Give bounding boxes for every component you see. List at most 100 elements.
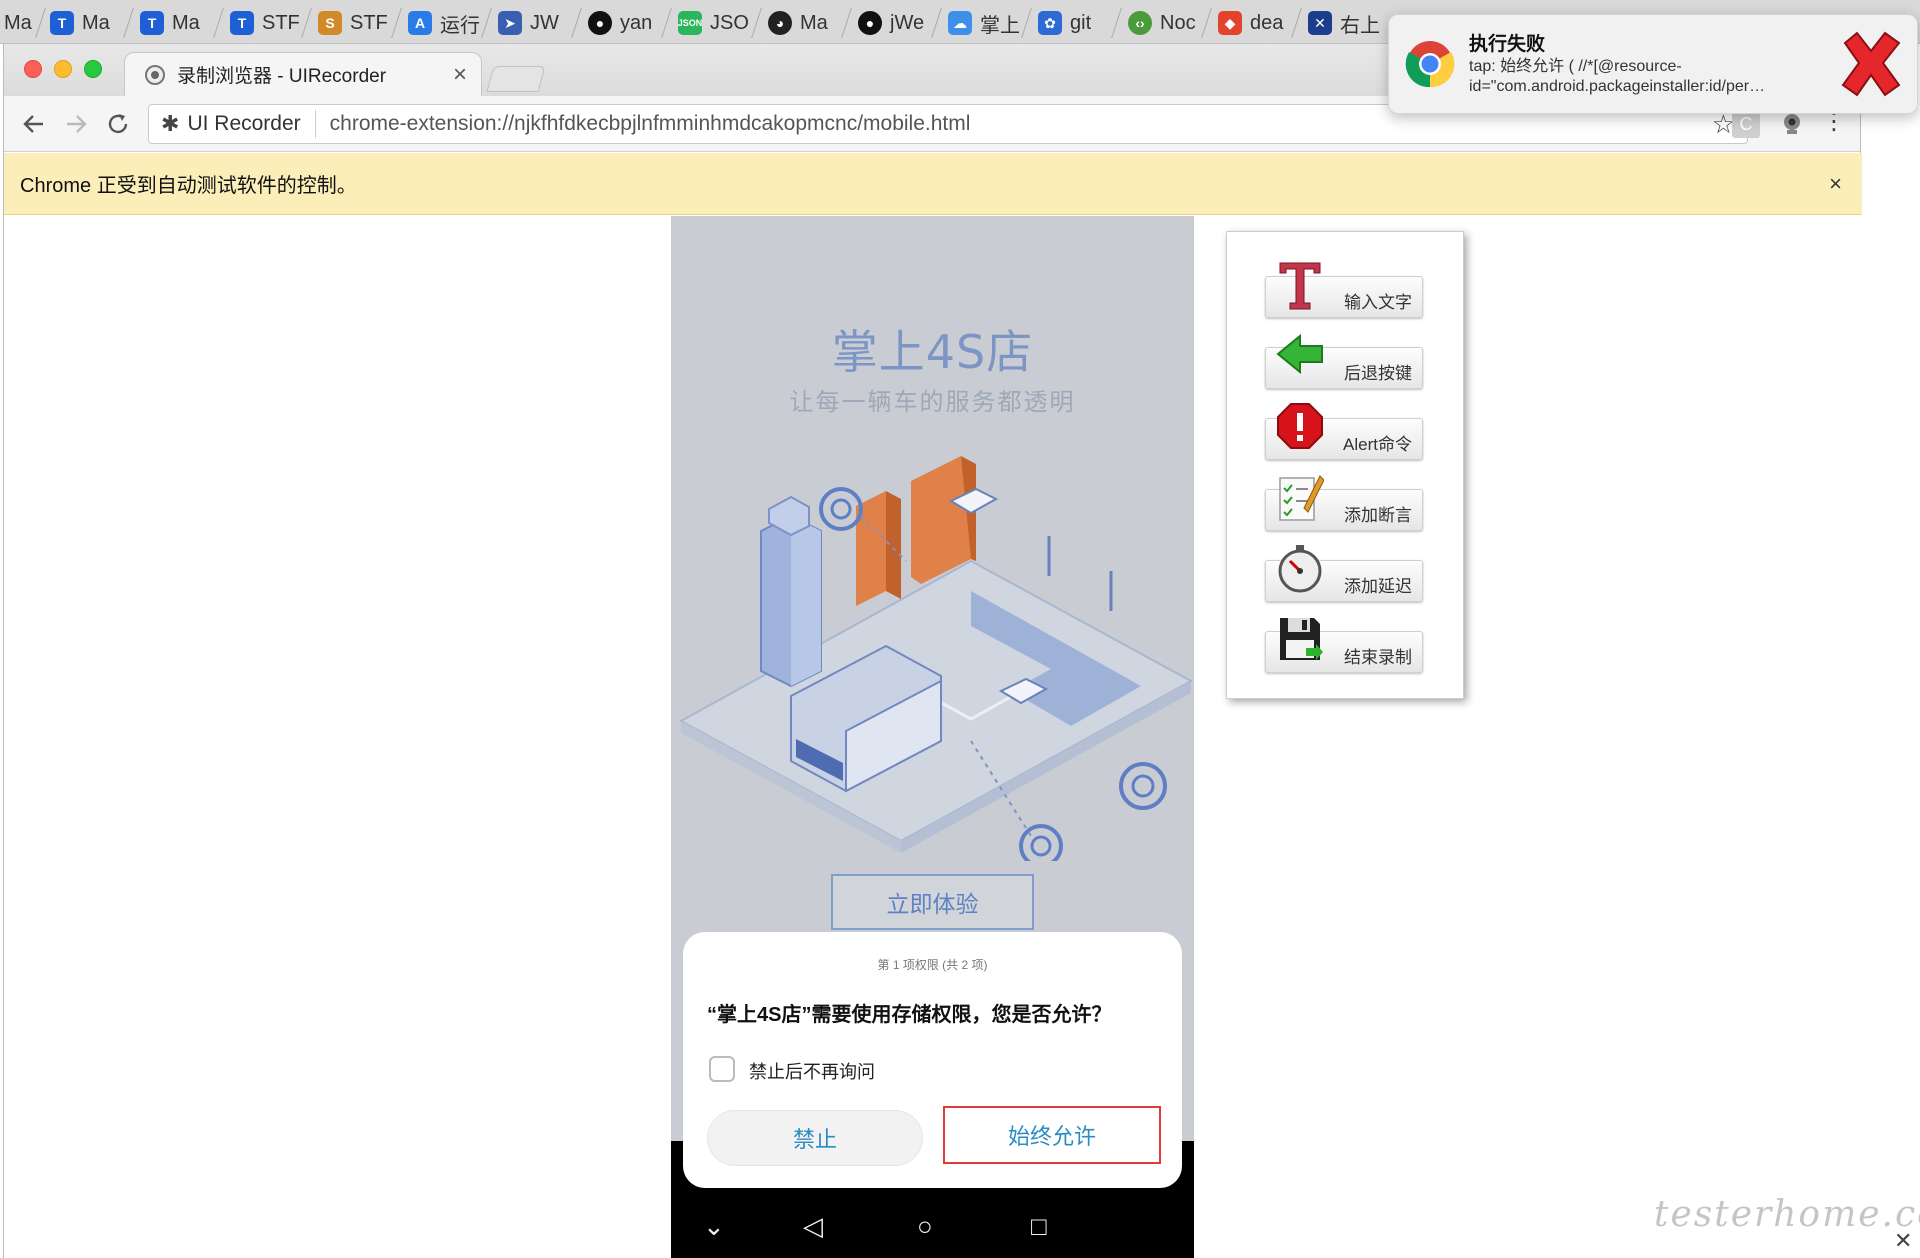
permission-step-text: 第 1 项权限 (共 2 项) [877, 958, 988, 972]
tab-json[interactable]: JSON JSO [670, 4, 749, 42]
add-assertion-button[interactable]: 添加断言 [1265, 475, 1423, 531]
maximize-window-button[interactable] [84, 60, 102, 78]
alert-stop-icon [1277, 403, 1323, 449]
forward-button[interactable] [60, 108, 92, 140]
paper-plane-icon: ➤ [498, 11, 522, 35]
tab-youshang[interactable]: ✕ 右上 [1300, 4, 1380, 42]
new-tab-button[interactable] [486, 66, 546, 92]
nav-back-icon[interactable]: ◁ [803, 1211, 823, 1242]
deny-button[interactable]: 禁止 [707, 1110, 923, 1166]
tab-label: JW [530, 11, 559, 34]
tab-ma-4[interactable]: ◕ Ma [760, 4, 828, 42]
tab-jw[interactable]: ➤ JW [490, 4, 559, 42]
tab-stf-2[interactable]: S STF [310, 4, 388, 42]
infobar-close-button[interactable]: × [1829, 171, 1842, 197]
github-icon: ● [858, 11, 882, 35]
close-icon[interactable]: ✕ [1894, 1228, 1912, 1254]
chevron-down-icon[interactable]: ⌄ [703, 1211, 725, 1242]
shield-icon: T [230, 11, 254, 35]
tab-jwe[interactable]: ● jWe [850, 4, 924, 42]
app-title: 掌上4S店 [831, 325, 1034, 379]
try-now-button[interactable]: 立即体验 [831, 874, 1034, 930]
stf-icon: S [318, 11, 342, 35]
extension-name: UI Recorder [187, 112, 301, 135]
arrow-right-icon [67, 115, 87, 133]
tab-ma-2[interactable]: T Ma [42, 4, 110, 42]
tab-label: git [1070, 11, 1092, 34]
cloud-icon: ☁ [948, 11, 972, 35]
tab-close-button[interactable]: × [453, 61, 467, 89]
tab-yunxing[interactable]: A 运行 [400, 4, 480, 42]
puzzle-icon: ✱ [161, 111, 180, 136]
reload-icon [108, 114, 128, 134]
device-screen[interactable]: 掌上4S店 让每一辆车的服务都透明 立即体验 ⌄ ◁ ○ □ 第 1 项权限 (… [671, 216, 1194, 1258]
permission-dialog: 第 1 项权限 (共 2 项) “掌上4S店”需要使用存储权限，您是否允许？ 禁… [683, 932, 1182, 1188]
tab-ma-1[interactable]: Ma [0, 4, 32, 42]
reload-button[interactable] [102, 108, 134, 140]
extension-chip[interactable]: ✱ UI Recorder [149, 110, 316, 138]
notification-body: tap: 始终允许 ( //*[@resource-id="com.androi… [1469, 58, 1766, 95]
tab-noc[interactable]: ‹› Noc [1120, 4, 1196, 42]
dont-ask-label[interactable]: 禁止后不再询问 [749, 1058, 875, 1084]
back-button[interactable] [18, 108, 50, 140]
tab-stf-1[interactable]: T STF [222, 4, 300, 42]
nav-recents-icon[interactable]: □ [1031, 1211, 1047, 1242]
tab-zhangshang[interactable]: ☁ 掌上 [940, 4, 1020, 42]
tab-label: Ma [800, 11, 828, 34]
close-window-button[interactable] [24, 60, 42, 78]
failure-notification[interactable]: 执行失败 tap: 始终允许 ( //*[@resource-id="com.a… [1388, 14, 1918, 114]
app-subtitle: 让每一辆车的服务都透明 [789, 389, 1076, 416]
city-illustration [678, 456, 1194, 861]
tool-label: 添加延迟 [1344, 577, 1412, 596]
tab-git[interactable]: ✿ git [1030, 4, 1091, 42]
back-arrow-icon [1276, 333, 1323, 375]
tab-label: yan [620, 11, 653, 34]
tool-label: 后退按键 [1344, 364, 1412, 383]
checklist-pencil-icon [1279, 475, 1324, 521]
tool-label: 输入文字 [1344, 293, 1412, 312]
minimize-window-button[interactable] [54, 60, 72, 78]
tool-label: Alert命令 [1343, 435, 1412, 454]
red-x-icon [1841, 31, 1901, 97]
input-text-button[interactable]: 输入文字 [1265, 262, 1423, 318]
shield-icon: T [140, 11, 164, 35]
triangle-a-icon: A [408, 11, 432, 35]
tab-label: Ma [82, 11, 110, 34]
always-allow-button[interactable]: 始终允许 [943, 1106, 1161, 1164]
tab-label: Ma [172, 11, 200, 34]
end-recording-button[interactable]: 结束录制 [1265, 618, 1423, 673]
watermark: testerhome.com [1654, 1194, 1920, 1235]
url-text[interactable]: chrome-extension://njkfhfdkecbpjlnfmminh… [316, 112, 971, 136]
tab-dea[interactable]: ◆ dea [1210, 4, 1283, 42]
tab-title: 录制浏览器 - UIRecorder [177, 66, 387, 87]
recorder-tools-panel: 输入文字 后退按键 Alert命令 添加断言 添加延迟 结束录制 [1226, 231, 1464, 699]
tab-label: 运行 [440, 14, 480, 37]
tab-uirecorder[interactable]: 录制浏览器 - UIRecorder × [124, 52, 482, 96]
tab-ma-3[interactable]: T Ma [132, 4, 200, 42]
dont-ask-checkbox[interactable] [709, 1056, 735, 1082]
infobar-message: Chrome 正受到自动测试软件的控制。 [20, 175, 357, 197]
tab-label: 掌上 [980, 14, 1020, 37]
tab-yan[interactable]: ● yan [580, 4, 652, 42]
notification-title: 执行失败 [1469, 34, 1546, 55]
automation-infobar: Chrome 正受到自动测试软件的控制。 × [4, 153, 1862, 215]
alert-command-button[interactable]: Alert命令 [1265, 403, 1423, 460]
monkey-icon: ◕ [768, 11, 792, 35]
floppy-disk-icon [1280, 618, 1323, 660]
add-delay-button[interactable]: 添加延迟 [1265, 545, 1423, 602]
tab-label: Ma [4, 11, 32, 34]
stopwatch-icon [1278, 545, 1322, 593]
nav-home-icon[interactable]: ○ [917, 1211, 933, 1242]
back-key-button[interactable]: 后退按键 [1265, 333, 1423, 389]
shield-icon: T [50, 11, 74, 35]
webcam-extension-icon[interactable] [1778, 110, 1806, 138]
arrow-left-icon [23, 115, 43, 133]
extension-c-icon[interactable]: C [1732, 110, 1760, 138]
tab-label: dea [1250, 11, 1284, 34]
paw-icon: ✿ [1038, 11, 1062, 35]
text-t-icon [1279, 262, 1321, 310]
menu-kebab-icon[interactable]: ⋮ [1820, 110, 1848, 138]
tab-label: jWe [890, 11, 925, 34]
tab-label: STF [262, 11, 300, 34]
tab-label: JSO [710, 11, 749, 34]
